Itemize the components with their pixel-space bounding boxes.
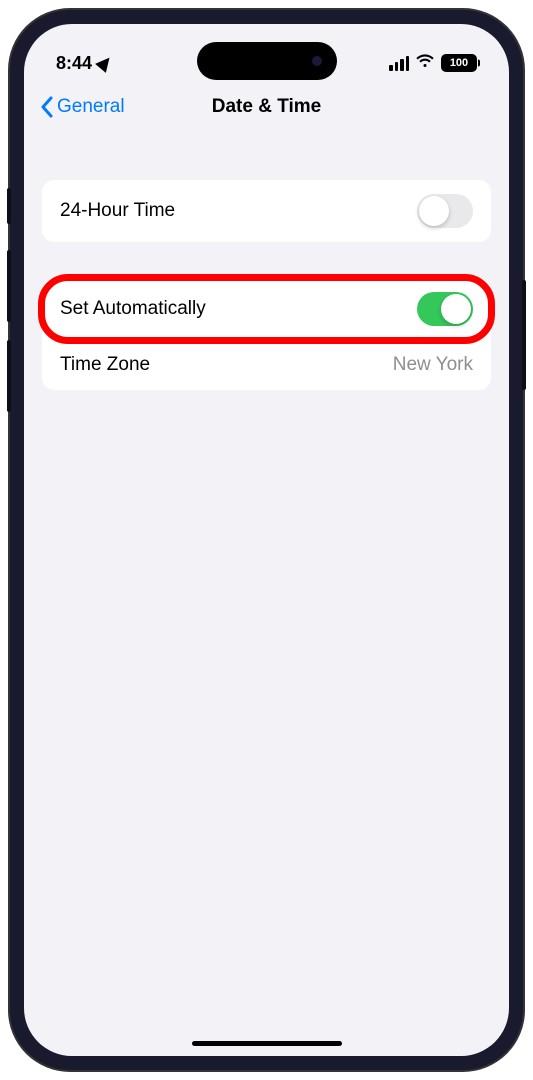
status-right: 100 xyxy=(389,53,477,73)
chevron-left-icon xyxy=(40,96,54,118)
row-time-zone[interactable]: Time Zone New York xyxy=(42,340,491,390)
page-title: Date & Time xyxy=(212,96,321,118)
settings-group-auto: Set Automatically Time Zone New York xyxy=(42,278,491,390)
back-label: General xyxy=(57,96,125,118)
row-set-automatically[interactable]: Set Automatically xyxy=(42,278,491,340)
location-arrow-icon xyxy=(95,53,115,73)
status-left: 8:44 xyxy=(56,53,112,74)
toggle-knob xyxy=(441,294,471,324)
silent-switch xyxy=(7,188,11,224)
toggle-knob xyxy=(419,196,449,226)
wifi-icon xyxy=(415,53,435,73)
screen: 8:44 100 General Date & Time xyxy=(24,24,509,1056)
status-time: 8:44 xyxy=(56,53,92,74)
row-label: Time Zone xyxy=(60,354,150,376)
volume-up-button xyxy=(7,250,11,322)
battery-level: 100 xyxy=(443,57,475,69)
volume-down-button xyxy=(7,340,11,412)
highlight-wrapper: Set Automatically xyxy=(42,278,491,340)
settings-group-time-format: 24-Hour Time xyxy=(42,180,491,242)
dynamic-island xyxy=(197,42,337,80)
row-24-hour-time[interactable]: 24-Hour Time xyxy=(42,180,491,242)
row-value: New York xyxy=(393,354,473,376)
row-label: Set Automatically xyxy=(60,298,206,320)
home-indicator[interactable] xyxy=(192,1041,342,1046)
signal-icon xyxy=(389,56,409,71)
content: 24-Hour Time Set Automatically xyxy=(24,130,509,390)
toggle-24-hour-time[interactable] xyxy=(417,194,473,228)
nav-bar: General Date & Time xyxy=(24,82,509,130)
phone-frame: 8:44 100 General Date & Time xyxy=(10,10,523,1070)
power-button xyxy=(522,280,526,390)
toggle-set-automatically[interactable] xyxy=(417,292,473,326)
row-label: 24-Hour Time xyxy=(60,200,175,222)
back-button[interactable]: General xyxy=(40,96,125,118)
battery-icon: 100 xyxy=(441,54,477,72)
